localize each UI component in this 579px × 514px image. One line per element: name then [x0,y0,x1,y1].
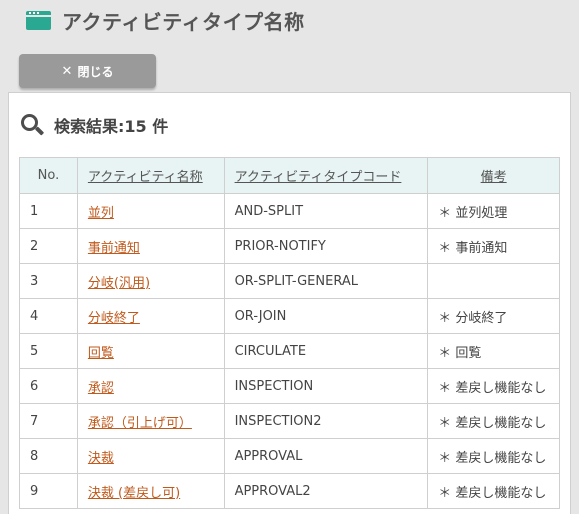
results-count: 検索結果:15 件 [54,117,169,136]
results-summary: 検索結果:15 件 [21,113,168,137]
table-row: 3 分岐(汎用) OR-SPLIT-GENERAL [19,263,560,299]
window-icon [26,10,51,30]
remarks: ＊ 差戻し機能なし [427,403,560,439]
activity-name-link[interactable]: 回覧 [76,333,225,369]
activity-name-link[interactable]: 並列 [76,193,225,229]
results-table: No. アクティビティ名称 アクティビティタイプコード 備考 1 並列 AND-… [19,157,560,509]
activity-type-code: APPROVAL [223,438,429,474]
activity-type-code: AND-SPLIT [223,193,429,229]
page-header: アクティビティタイプ名称 [26,6,305,34]
table-row: 5 回覧 CIRCULATE ＊ 回覧 [19,333,560,369]
row-no: 9 [19,473,78,509]
activity-name-link[interactable]: 決裁 (差戻し可) [76,473,225,509]
remarks: ＊ 事前通知 [427,228,560,264]
table-header-row: No. アクティビティ名称 アクティビティタイプコード 備考 [19,157,560,194]
remarks [427,263,560,299]
row-no: 1 [19,193,78,229]
row-no: 5 [19,333,78,369]
remarks: ＊ 分岐終了 [427,298,560,334]
row-no: 7 [19,403,78,439]
activity-name-link[interactable]: 分岐(汎用) [76,263,225,299]
row-no: 6 [19,368,78,404]
row-no: 2 [19,228,78,264]
close-button[interactable]: ✕ 閉じる [19,54,156,88]
page-title: アクティビティタイプ名称 [62,9,305,34]
table-row: 8 決裁 APPROVAL ＊ 差戻し機能なし [19,438,560,474]
activity-name-link[interactable]: 事前通知 [76,228,225,264]
remarks: ＊ 回覧 [427,333,560,369]
activity-type-code: OR-SPLIT-GENERAL [223,263,429,299]
activity-name-link[interactable]: 承認（引上げ可） [76,403,225,439]
table-row: 1 並列 AND-SPLIT ＊ 並列処理 [19,193,560,229]
row-no: 3 [19,263,78,299]
column-header-no: No. [19,157,78,194]
row-no: 4 [19,298,78,334]
activity-name-link[interactable]: 決裁 [76,438,225,474]
activity-type-code: INSPECTION [223,368,429,404]
table-row: 6 承認 INSPECTION ＊ 差戻し機能なし [19,368,560,404]
activity-type-code: PRIOR-NOTIFY [223,228,429,264]
table-row: 9 決裁 (差戻し可) APPROVAL2 ＊ 差戻し機能なし [19,473,560,509]
activity-name-link[interactable]: 承認 [76,368,225,404]
activity-type-code: INSPECTION2 [223,403,429,439]
column-header-activity-type-code[interactable]: アクティビティタイプコード [223,157,429,194]
results-panel: 検索結果:15 件 No. アクティビティ名称 アクティビティタイプコード 備考… [8,92,571,514]
remarks: ＊ 差戻し機能なし [427,473,560,509]
activity-type-code: CIRCULATE [223,333,429,369]
close-icon: ✕ [61,63,73,79]
remarks: ＊ 並列処理 [427,193,560,229]
remarks: ＊ 差戻し機能なし [427,368,560,404]
table-row: 2 事前通知 PRIOR-NOTIFY ＊ 事前通知 [19,228,560,264]
column-header-activity-name[interactable]: アクティビティ名称 [76,157,225,194]
activity-type-code: OR-JOIN [223,298,429,334]
page: アクティビティタイプ名称 ✕ 閉じる 検索結果:15 件 No. アクティビティ… [0,0,579,514]
column-header-remarks[interactable]: 備考 [427,157,560,194]
remarks: ＊ 差戻し機能なし [427,438,560,474]
search-icon [21,114,45,136]
activity-name-link[interactable]: 分岐終了 [76,298,225,334]
row-no: 8 [19,438,78,474]
close-button-label: 閉じる [77,64,114,79]
activity-type-code: APPROVAL2 [223,473,429,509]
table-row: 4 分岐終了 OR-JOIN ＊ 分岐終了 [19,298,560,334]
table-row: 7 承認（引上げ可） INSPECTION2 ＊ 差戻し機能なし [19,403,560,439]
